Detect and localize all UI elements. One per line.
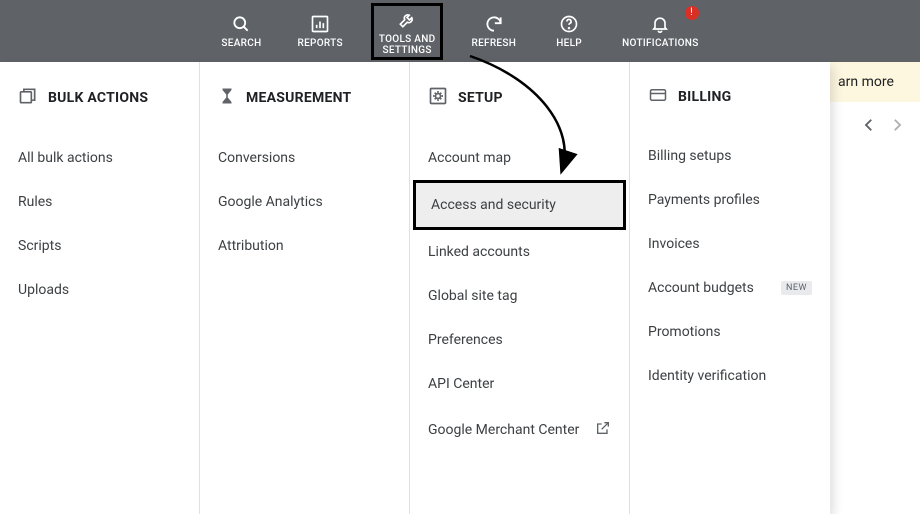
menu-item-label: Attribution [218,238,284,254]
toolbar-reports-label: REPORTS [297,38,342,49]
menu-item-label: Google Analytics [218,194,323,210]
external-link-icon [595,420,611,440]
bell-icon [650,13,670,35]
right-panel: arn more [830,62,920,514]
menu-item-label: Promotions [648,324,721,340]
menu-item-label: Preferences [428,332,503,348]
menu-google-merchant-center[interactable]: Google Merchant Center [410,406,629,454]
column-billing: BILLING Billing setups Payments profiles… [630,62,830,514]
menu-attribution[interactable]: Attribution [218,224,391,268]
toolbar-help-label: HELP [556,38,582,49]
menu-item-label: Scripts [18,238,61,254]
menu-api-center[interactable]: API Center [410,362,629,406]
menu-preferences[interactable]: Preferences [410,318,629,362]
refresh-icon [484,13,504,35]
menu-item-label: Google Merchant Center [428,422,579,438]
menu-uploads[interactable]: Uploads [18,268,181,312]
menu-item-label: All bulk actions [18,150,113,166]
chevron-left-icon[interactable] [860,116,878,138]
menu-linked-accounts[interactable]: Linked accounts [410,230,629,274]
menu-item-label: Payments profiles [648,192,760,208]
menu-item-label: Uploads [18,282,69,298]
column-header-label: BULK ACTIONS [48,90,148,106]
menu-invoices[interactable]: Invoices [648,222,812,266]
toolbar-notifications[interactable]: ! NOTIFICATIONS [614,3,706,60]
menu-scripts[interactable]: Scripts [18,224,181,268]
menu-all-bulk-actions[interactable]: All bulk actions [18,136,181,180]
toolbar-reports[interactable]: REPORTS [289,3,350,60]
help-icon [559,13,579,35]
bar-chart-icon [310,13,330,35]
learn-more-text: arn more [838,74,894,90]
column-header: SETUP [410,86,629,110]
gear-box-icon [428,86,448,110]
menu-payments-profiles[interactable]: Payments profiles [648,178,812,222]
menu-identity-verification[interactable]: Identity verification [648,354,812,398]
chevron-right-icon[interactable] [888,116,906,138]
column-setup: SETUP Account map Access and security Li… [410,62,630,514]
menu-item-label: Access and security [431,197,556,213]
menu-promotions[interactable]: Promotions [648,310,812,354]
column-bulk-actions: BULK ACTIONS All bulk actions Rules Scri… [0,62,200,514]
menu-global-site-tag[interactable]: Global site tag [410,274,629,318]
new-badge: NEW [781,281,812,295]
menu-item-label: Linked accounts [428,244,530,260]
notification-badge: ! [685,6,699,20]
toolbar-tools-label: TOOLS AND SETTINGS [379,34,436,56]
search-icon [231,13,251,35]
toolbar-search[interactable]: SEARCH [213,3,269,60]
menu-item-label: Account map [428,150,511,166]
menu-conversions[interactable]: Conversions [218,136,391,180]
menu-access-security[interactable]: Access and security [413,180,626,230]
toolbar-tools-settings[interactable]: TOOLS AND SETTINGS [371,3,444,60]
menu-item-label: Identity verification [648,368,766,384]
top-toolbar-items: SEARCH REPORTS TOOLS AND SETTINGS REFRES… [213,3,706,60]
menu-account-map[interactable]: Account map [410,136,629,180]
toolbar-help[interactable]: HELP [544,3,594,60]
credit-card-icon [648,86,668,108]
tools-settings-menu: BULK ACTIONS All bulk actions Rules Scri… [0,62,830,514]
menu-item-label: Account budgets [648,280,754,296]
top-toolbar: SEARCH REPORTS TOOLS AND SETTINGS REFRES… [0,0,920,62]
menu-item-label: Invoices [648,236,700,252]
menu-google-analytics[interactable]: Google Analytics [218,180,391,224]
column-header-label: SETUP [458,90,503,106]
column-header: MEASUREMENT [218,86,391,110]
column-header-label: MEASUREMENT [246,90,351,106]
toolbar-refresh-label: REFRESH [471,38,516,49]
toolbar-search-label: SEARCH [221,38,261,49]
column-header: BILLING [648,86,812,108]
column-measurement: MEASUREMENT Conversions Google Analytics… [200,62,410,514]
learn-more-banner[interactable]: arn more [830,62,920,102]
menu-account-budgets[interactable]: Account budgets NEW [648,266,812,310]
column-header-label: BILLING [678,89,731,105]
menu-item-label: Billing setups [648,148,731,164]
menu-billing-setups[interactable]: Billing setups [648,134,812,178]
hourglass-icon [218,86,236,110]
toolbar-notifications-label: NOTIFICATIONS [622,38,698,49]
menu-item-label: Rules [18,194,52,210]
wrench-icon [397,9,417,31]
toolbar-refresh[interactable]: REFRESH [463,3,524,60]
layers-icon [18,86,38,110]
menu-item-label: Global site tag [428,288,517,304]
menu-item-label: API Center [428,376,494,392]
pager [830,102,920,152]
column-header: BULK ACTIONS [18,86,181,110]
menu-rules[interactable]: Rules [18,180,181,224]
menu-item-label: Conversions [218,150,295,166]
